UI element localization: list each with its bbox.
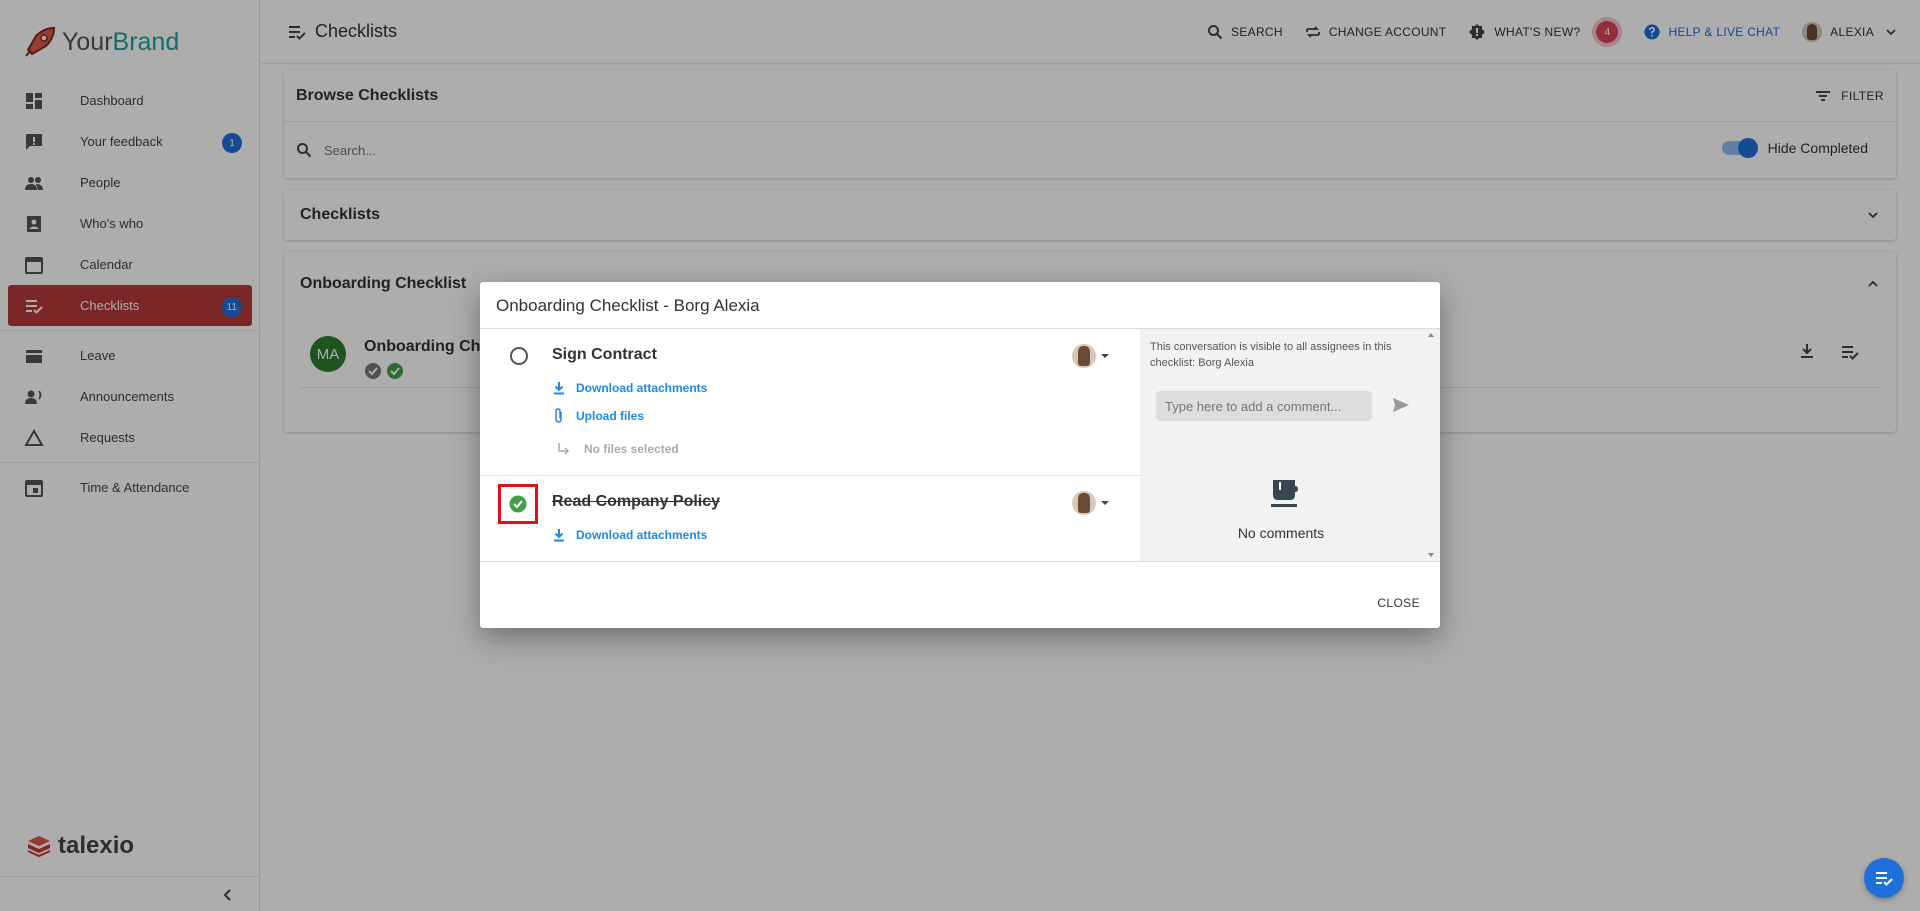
- task-complete-check[interactable]: [498, 484, 538, 524]
- dialog-title: Onboarding Checklist - Borg Alexia: [496, 296, 760, 315]
- task-read-company-policy: Read Company Policy Download attachments: [480, 476, 1140, 561]
- download-attachments-link[interactable]: Download attachments: [552, 528, 707, 542]
- download-icon: [554, 529, 564, 542]
- assignee-dropdown[interactable]: [1072, 491, 1110, 515]
- conversation-note: This conversation is visible to all assi…: [1150, 341, 1392, 369]
- coffee-cup-icon: [1271, 480, 1298, 507]
- download-attachments-label: Download attachments: [576, 528, 708, 542]
- task-sign-contract: Sign Contract Download attachments Uploa…: [480, 329, 1140, 476]
- avatar: [1072, 344, 1096, 368]
- download-attachments-label: Download attachments: [576, 381, 708, 395]
- caret-down-icon: [1101, 501, 1109, 505]
- scroll-up-arrow[interactable]: [1428, 333, 1434, 337]
- download-attachments-link[interactable]: Download attachments: [552, 381, 707, 395]
- check-circle-green-icon: [509, 495, 527, 513]
- download-icon: [554, 382, 564, 395]
- scroll-down-arrow[interactable]: [1428, 553, 1434, 557]
- comment-input[interactable]: [1156, 391, 1372, 421]
- no-comments-text: No comments: [1237, 525, 1325, 541]
- send-icon[interactable]: [1392, 397, 1410, 413]
- no-files-text: No files selected: [584, 442, 679, 456]
- task-list: Sign Contract Download attachments Uploa…: [480, 329, 1140, 561]
- dialog-body: Sign Contract Download attachments Uploa…: [480, 328, 1440, 562]
- caret-down-icon: [1101, 354, 1109, 358]
- checklist-fab-button[interactable]: [1864, 858, 1904, 898]
- task-complete-radio[interactable]: [510, 347, 528, 365]
- checklist-icon: [1876, 872, 1893, 886]
- upload-files-label: Upload files: [576, 409, 645, 423]
- subdirectory-arrow-icon: [558, 443, 570, 455]
- assignee-dropdown[interactable]: [1072, 344, 1110, 368]
- task-name: Sign Contract: [552, 346, 657, 363]
- avatar: [1072, 491, 1096, 515]
- checklist-dialog: Onboarding Checklist - Borg Alexia Sign …: [480, 282, 1440, 628]
- close-button[interactable]: CLOSE: [1377, 596, 1420, 610]
- comments-panel: This conversation is visible to all assi…: [1140, 329, 1440, 561]
- task-name: Read Company Policy: [552, 493, 721, 510]
- paperclip-icon: [555, 408, 562, 423]
- upload-files-link[interactable]: Upload files: [552, 408, 644, 424]
